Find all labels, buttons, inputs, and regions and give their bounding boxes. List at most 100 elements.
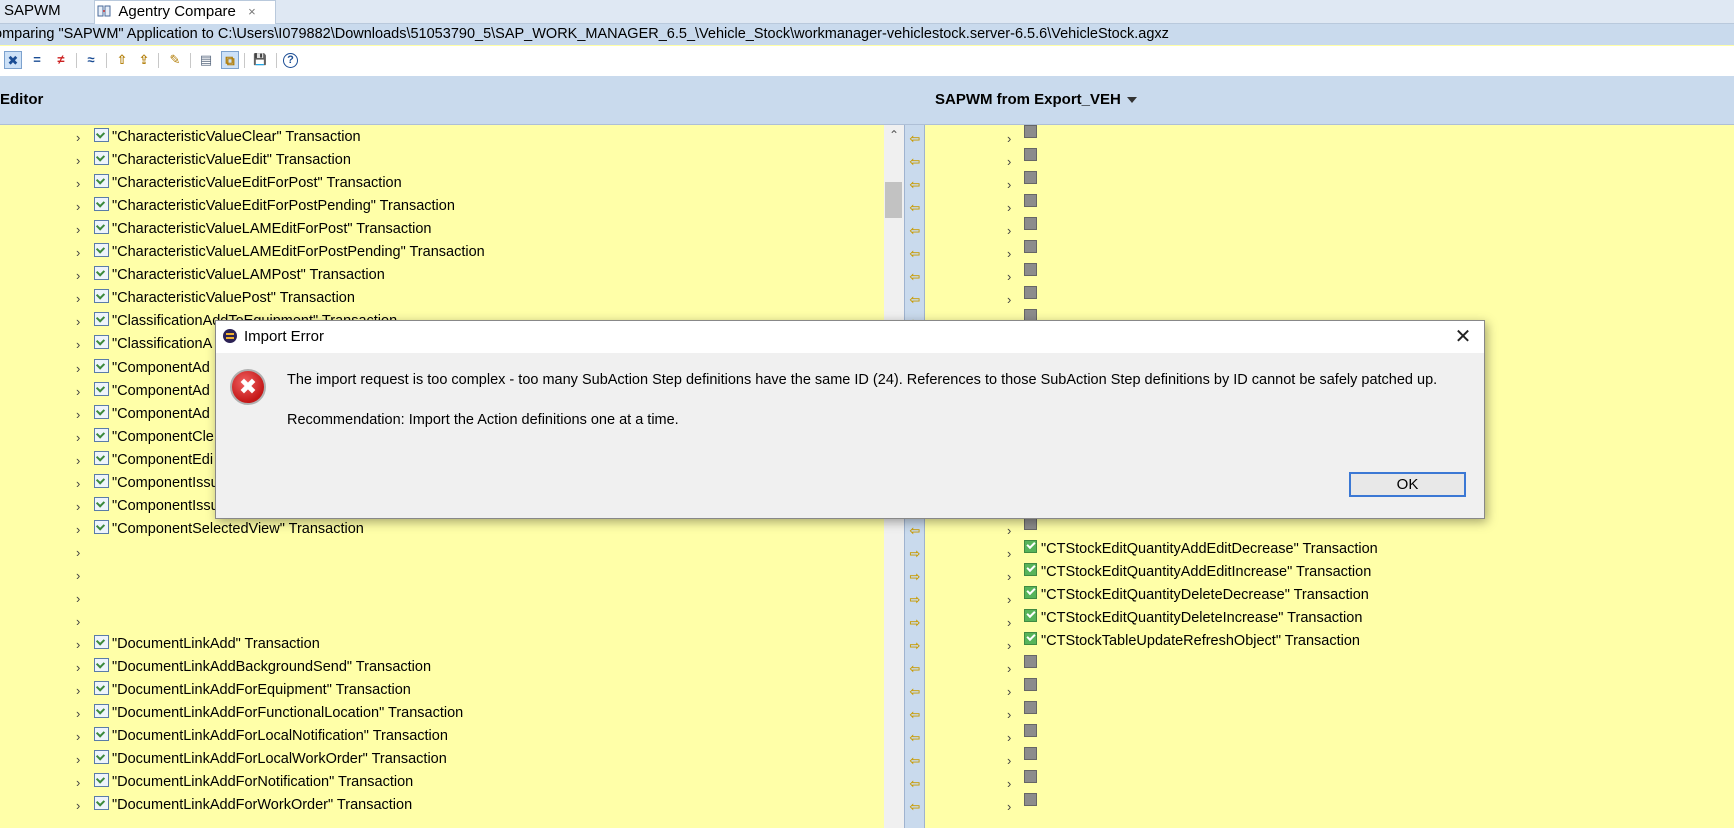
missing-item-icon[interactable]: [1024, 148, 1037, 162]
copy-left-arrow-icon[interactable]: ⇦: [907, 726, 923, 749]
tree-row[interactable]: › "CTStockEditQuantityDeleteIncrease" Tra…: [925, 607, 1734, 630]
tree-row[interactable]: › "ComponentSelectedView" Transaction: [0, 518, 884, 541]
chevron-right-icon[interactable]: ›: [76, 449, 80, 472]
chevron-right-icon[interactable]: ›: [76, 633, 80, 656]
ok-button[interactable]: OK: [1349, 472, 1466, 497]
help-icon[interactable]: ?: [283, 53, 298, 68]
tree-row[interactable]: › "DocumentLinkAdd" Transaction: [0, 633, 884, 656]
tree-row[interactable]: › "CharacteristicValueClear" Transaction: [0, 126, 884, 149]
tree-row[interactable]: › "CharacteristicValueLAMEditForPost" Tra…: [0, 218, 884, 241]
tree-row[interactable]: › "DocumentLinkAddForWorkOrder" Transacti…: [0, 794, 884, 817]
chevron-right-icon[interactable]: ›: [76, 564, 80, 587]
chevron-down-icon[interactable]: [1127, 97, 1137, 103]
copy-left-arrow-icon[interactable]: ⇦: [907, 749, 923, 772]
copy-left-arrow-icon[interactable]: ⇦: [907, 680, 923, 703]
tree-row[interactable]: ›: [925, 768, 1734, 791]
chevron-right-icon[interactable]: ›: [76, 380, 80, 403]
tree-row[interactable]: › "DocumentLinkAddForNotification" Transa…: [0, 771, 884, 794]
tree-row[interactable]: › "CharacteristicValueLAMPost" Transactio…: [0, 264, 884, 287]
chevron-right-icon[interactable]: ›: [76, 610, 80, 633]
tree-row[interactable]: ›: [925, 192, 1734, 215]
tree-row[interactable]: ›: [925, 745, 1734, 768]
chevron-right-icon[interactable]: ›: [76, 518, 80, 541]
copy-left-arrow-icon[interactable]: ⇦: [907, 703, 923, 726]
copy-left-arrow-icon[interactable]: ⇦: [907, 265, 923, 288]
chevron-right-icon[interactable]: ›: [76, 149, 80, 172]
chevron-right-icon[interactable]: ›: [76, 794, 80, 817]
close-icon[interactable]: ✕: [1452, 324, 1474, 349]
copy-left-arrow-icon[interactable]: ⇦: [907, 772, 923, 795]
chevron-right-icon[interactable]: ›: [76, 541, 80, 564]
tree-row[interactable]: › "CTStockTableUpdateRefreshObject" Trans…: [925, 630, 1734, 653]
tree-row[interactable]: › "DocumentLinkAddForLocalWorkOrder" Tran…: [0, 748, 884, 771]
tab-agentry-compare[interactable]: Agentry Compare ×: [94, 0, 276, 24]
missing-item-icon[interactable]: [1024, 286, 1037, 300]
tab-close-icon[interactable]: ×: [248, 1, 256, 23]
missing-item-icon[interactable]: [1024, 217, 1037, 231]
chevron-right-icon[interactable]: ›: [76, 748, 80, 771]
chevron-right-icon[interactable]: ›: [76, 218, 80, 241]
missing-item-icon[interactable]: [1024, 171, 1037, 185]
missing-item-icon[interactable]: [1024, 240, 1037, 254]
chevron-right-icon[interactable]: ›: [76, 126, 80, 149]
copy-left-arrow-icon[interactable]: ⇦: [907, 288, 923, 311]
chevron-right-icon[interactable]: ›: [76, 771, 80, 794]
missing-item-icon[interactable]: [1024, 701, 1037, 715]
copy-left-arrow-icon[interactable]: ⇦: [907, 127, 923, 150]
chevron-right-icon[interactable]: ›: [76, 702, 80, 725]
tree-row[interactable]: ›: [925, 169, 1734, 192]
save-icon[interactable]: 💾: [251, 51, 269, 69]
copy-left-arrow-icon[interactable]: ⇦: [907, 219, 923, 242]
not-equals-icon[interactable]: ≠: [52, 51, 70, 69]
tree-row[interactable]: ›: [0, 541, 884, 564]
tree-row[interactable]: ›: [925, 722, 1734, 745]
tree-row[interactable]: › "CTStockEditQuantityAddEditDecrease" Tr…: [925, 538, 1734, 561]
tree-row[interactable]: ›: [925, 125, 1734, 146]
missing-item-icon[interactable]: [1024, 724, 1037, 738]
scroll-thumb[interactable]: [885, 182, 902, 218]
missing-item-icon[interactable]: [1024, 770, 1037, 784]
copy-right-arrow-icon[interactable]: ⇨: [907, 588, 923, 611]
tree-row[interactable]: ›: [925, 676, 1734, 699]
copy-right-arrow-icon[interactable]: ⇨: [907, 611, 923, 634]
equals-icon[interactable]: =: [28, 51, 46, 69]
tree-row[interactable]: ›: [0, 564, 884, 587]
copy-left-arrow-icon[interactable]: ⇦: [907, 150, 923, 173]
checkbox-checked-icon[interactable]: [1024, 609, 1037, 623]
chevron-right-icon[interactable]: ›: [76, 426, 80, 449]
chevron-right-icon[interactable]: ›: [76, 587, 80, 610]
copy-right-arrow-icon[interactable]: ⇨: [907, 542, 923, 565]
chevron-right-icon[interactable]: ›: [1007, 795, 1011, 818]
tree-row[interactable]: ›: [925, 791, 1734, 814]
tab-sapwm[interactable]: SAPWM: [0, 0, 92, 22]
tree-row[interactable]: ›: [925, 699, 1734, 722]
highlight-icon[interactable]: ✎: [166, 51, 184, 69]
tree-row[interactable]: ›: [925, 284, 1734, 307]
chevron-right-icon[interactable]: ›: [76, 679, 80, 702]
tree-row[interactable]: ›: [0, 587, 884, 610]
chevron-right-icon[interactable]: ›: [76, 495, 80, 518]
chevron-right-icon[interactable]: ›: [76, 264, 80, 287]
tree-row[interactable]: › "CTStockEditQuantityDeleteDecrease" Tra…: [925, 584, 1734, 607]
chevron-right-icon[interactable]: ›: [76, 195, 80, 218]
x-icon[interactable]: ✖: [4, 51, 22, 69]
tree-row[interactable]: › "DocumentLinkAddForEquipment" Transacti…: [0, 679, 884, 702]
tree-row[interactable]: › "CharacteristicValuePost" Transaction: [0, 287, 884, 310]
tree-row[interactable]: ›: [0, 610, 884, 633]
import-all-icon[interactable]: ⇪: [135, 51, 153, 69]
tree-row[interactable]: › "CTStockEditQuantityAddEditIncrease" Tr…: [925, 561, 1734, 584]
chevron-right-icon[interactable]: ›: [76, 310, 80, 333]
copy-left-arrow-icon[interactable]: ⇦: [907, 196, 923, 219]
checkbox-checked-icon[interactable]: [1024, 539, 1037, 553]
checkbox-checked-icon[interactable]: [1024, 632, 1037, 646]
missing-item-icon[interactable]: [1024, 655, 1037, 669]
tree-row[interactable]: › "DocumentLinkAddBackgroundSend" Transac…: [0, 656, 884, 679]
chevron-right-icon[interactable]: ›: [76, 172, 80, 195]
tree-row[interactable]: › "CharacteristicValueEditForPostPending"…: [0, 195, 884, 218]
missing-item-icon[interactable]: [1024, 263, 1037, 277]
chevron-right-icon[interactable]: ›: [76, 357, 80, 380]
copy-left-arrow-icon[interactable]: ⇦: [907, 173, 923, 196]
missing-item-icon[interactable]: [1024, 194, 1037, 208]
chevron-right-icon[interactable]: ›: [76, 725, 80, 748]
checkbox-checked-icon[interactable]: [1024, 562, 1037, 576]
